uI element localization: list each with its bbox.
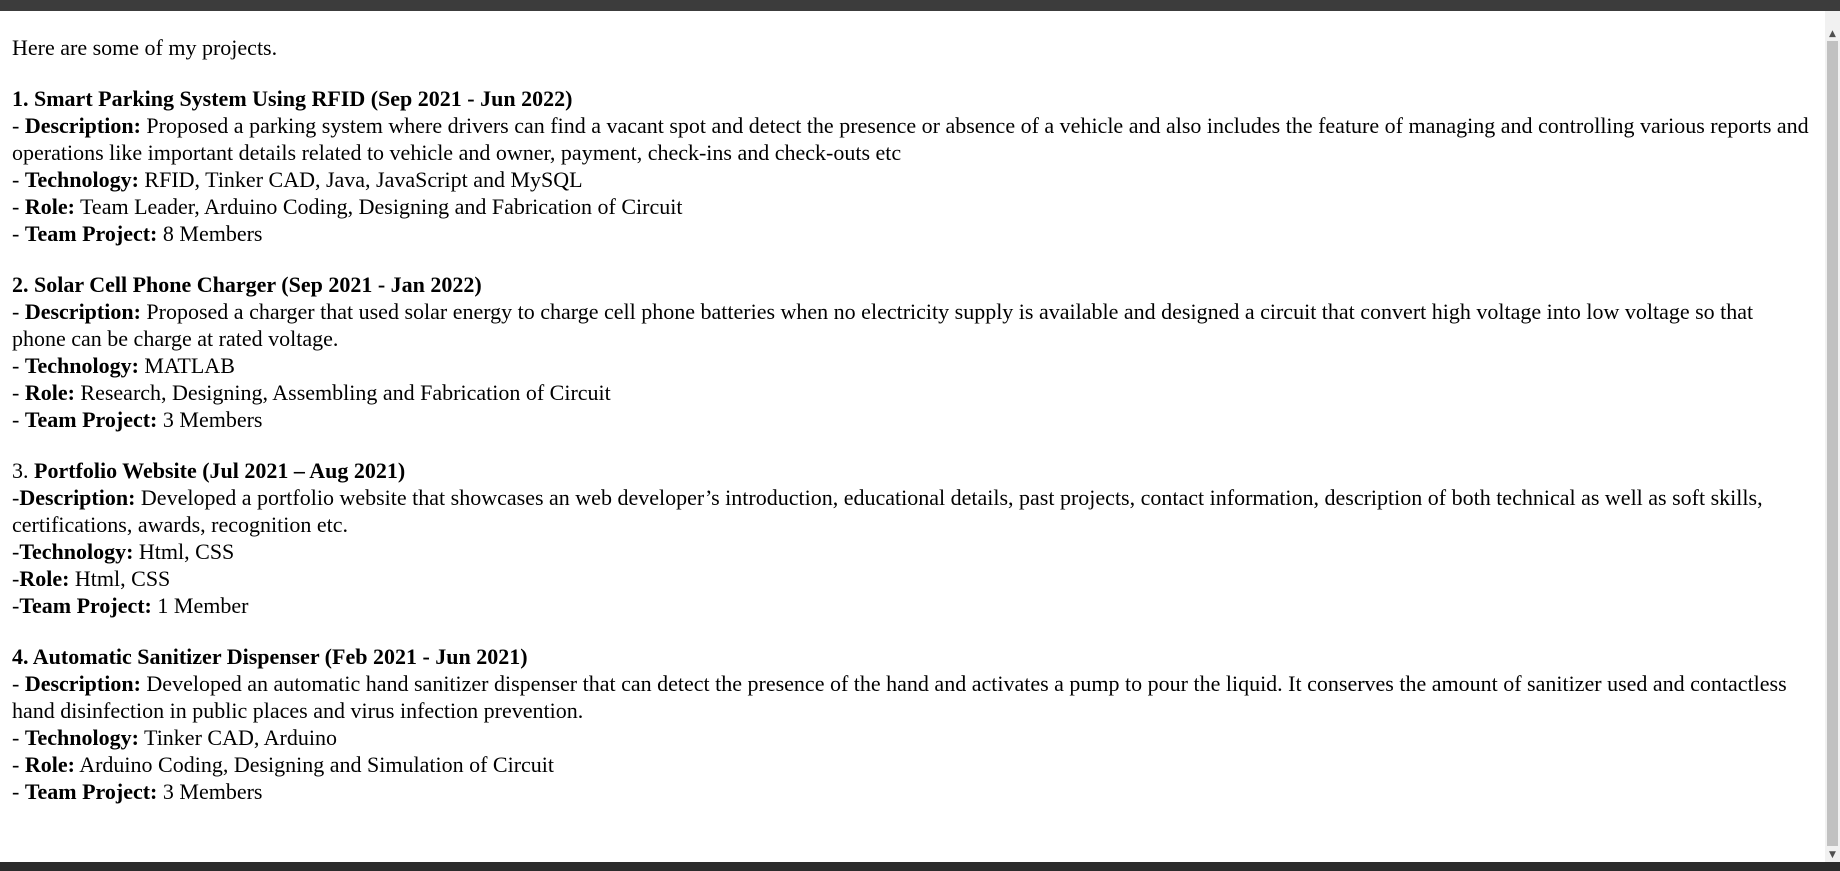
- technology-label: Technology:: [19, 539, 134, 564]
- technology-text: Html, CSS: [138, 539, 235, 564]
- project-number: 4.: [12, 644, 29, 669]
- project-team: - Team Project: 3 Members: [12, 406, 1812, 433]
- team-label: Team Project:: [24, 221, 158, 246]
- project-number: 2.: [12, 272, 29, 297]
- project-title-text: Portfolio Website (Jul 2021 – Aug 2021): [34, 458, 406, 483]
- project-title-text: Smart Parking System Using RFID (Sep 202…: [34, 86, 573, 111]
- description-text: Developed an automatic hand sanitizer di…: [12, 671, 1787, 723]
- page-content: Here are some of my projects. 1. Smart P…: [12, 34, 1812, 829]
- role-label: Role:: [19, 566, 70, 591]
- description-text: Proposed a parking system where drivers …: [12, 113, 1809, 165]
- window-top-bar: [0, 0, 1840, 11]
- project-technology: - Technology: Tinker CAD, Arduino: [12, 724, 1812, 751]
- team-text: 1 Member: [157, 593, 249, 618]
- scroll-up-arrow-icon[interactable]: ▲: [1825, 29, 1840, 39]
- project-number: 1.: [12, 86, 29, 111]
- bullet-prefix: -: [12, 725, 25, 750]
- project-4: 4. Automatic Sanitizer Dispenser (Feb 20…: [12, 643, 1812, 805]
- project-3: 3. Portfolio Website (Jul 2021 – Aug 202…: [12, 457, 1812, 619]
- intro-text: Here are some of my projects.: [12, 35, 278, 60]
- project-team: - Team Project: 8 Members: [12, 220, 1812, 247]
- project-technology: - Technology: RFID, Tinker CAD, Java, Ja…: [12, 166, 1812, 193]
- role-label: Role:: [24, 752, 75, 777]
- project-description: -Description: Developed a portfolio webs…: [12, 484, 1812, 538]
- description-text: Proposed a charger that used solar energ…: [12, 299, 1754, 351]
- project-role: - Role: Arduino Coding, Designing and Si…: [12, 751, 1812, 778]
- bullet-prefix: -: [12, 380, 25, 405]
- project-team: - Team Project: 3 Members: [12, 778, 1812, 805]
- project-technology: -Technology: Html, CSS: [12, 538, 1812, 565]
- role-text: Html, CSS: [74, 566, 171, 591]
- project-team: -Team Project: 1 Member: [12, 592, 1812, 619]
- scroll-thumb[interactable]: [1827, 41, 1838, 846]
- description-text: Developed a portfolio website that showc…: [12, 485, 1763, 537]
- bullet-prefix: -: [12, 671, 25, 696]
- project-number: 3.: [12, 458, 29, 483]
- team-text: 3 Members: [162, 779, 263, 804]
- description-label: Description:: [24, 299, 141, 324]
- project-title: 3. Portfolio Website (Jul 2021 – Aug 202…: [12, 457, 1812, 484]
- vertical-scrollbar[interactable]: ▲ ▼: [1825, 11, 1840, 862]
- bullet-prefix: -: [12, 752, 25, 777]
- project-1: 1. Smart Parking System Using RFID (Sep …: [12, 85, 1812, 247]
- project-2: 2. Solar Cell Phone Charger (Sep 2021 - …: [12, 271, 1812, 433]
- technology-text: MATLAB: [144, 353, 235, 378]
- team-label: Team Project:: [19, 593, 152, 618]
- technology-label: Technology:: [24, 167, 139, 192]
- bullet-prefix: -: [12, 299, 25, 324]
- role-text: Research, Designing, Assembling and Fabr…: [80, 380, 611, 405]
- project-role: - Role: Research, Designing, Assembling …: [12, 379, 1812, 406]
- bullet-prefix: -: [12, 113, 25, 138]
- project-title: 1. Smart Parking System Using RFID (Sep …: [12, 85, 1812, 112]
- role-text: Arduino Coding, Designing and Simulation…: [79, 752, 555, 777]
- project-technology: - Technology: MATLAB: [12, 352, 1812, 379]
- technology-text: Tinker CAD, Arduino: [144, 725, 337, 750]
- bullet-prefix: -: [12, 194, 25, 219]
- bullet-prefix: -: [12, 779, 25, 804]
- bullet-prefix: -: [12, 407, 25, 432]
- description-label: Description:: [24, 671, 141, 696]
- project-role: - Role: Team Leader, Arduino Coding, Des…: [12, 193, 1812, 220]
- project-role: -Role: Html, CSS: [12, 565, 1812, 592]
- project-description: - Description: Proposed a parking system…: [12, 112, 1812, 166]
- project-title-text: Automatic Sanitizer Dispenser (Feb 2021 …: [32, 644, 528, 669]
- team-label: Team Project:: [24, 779, 158, 804]
- technology-text: RFID, Tinker CAD, Java, JavaScript and M…: [144, 167, 583, 192]
- project-title-text: Solar Cell Phone Charger (Sep 2021 - Jan…: [34, 272, 482, 297]
- role-text: Team Leader, Arduino Coding, Designing a…: [80, 194, 683, 219]
- project-description: - Description: Proposed a charger that u…: [12, 298, 1812, 352]
- bullet-prefix: -: [12, 167, 25, 192]
- role-label: Role:: [24, 194, 75, 219]
- team-text: 3 Members: [162, 407, 263, 432]
- description-label: Description:: [19, 485, 136, 510]
- scroll-down-arrow-icon[interactable]: ▼: [1825, 850, 1840, 860]
- bullet-prefix: -: [12, 353, 25, 378]
- bullet-prefix: -: [12, 221, 25, 246]
- project-title: 4. Automatic Sanitizer Dispenser (Feb 20…: [12, 643, 1812, 670]
- window-bottom-bar: [0, 862, 1840, 871]
- project-title: 2. Solar Cell Phone Charger (Sep 2021 - …: [12, 271, 1812, 298]
- technology-label: Technology:: [24, 725, 139, 750]
- team-text: 8 Members: [162, 221, 263, 246]
- team-label: Team Project:: [24, 407, 158, 432]
- role-label: Role:: [24, 380, 75, 405]
- project-description: - Description: Developed an automatic ha…: [12, 670, 1812, 724]
- technology-label: Technology:: [24, 353, 139, 378]
- description-label: Description:: [24, 113, 141, 138]
